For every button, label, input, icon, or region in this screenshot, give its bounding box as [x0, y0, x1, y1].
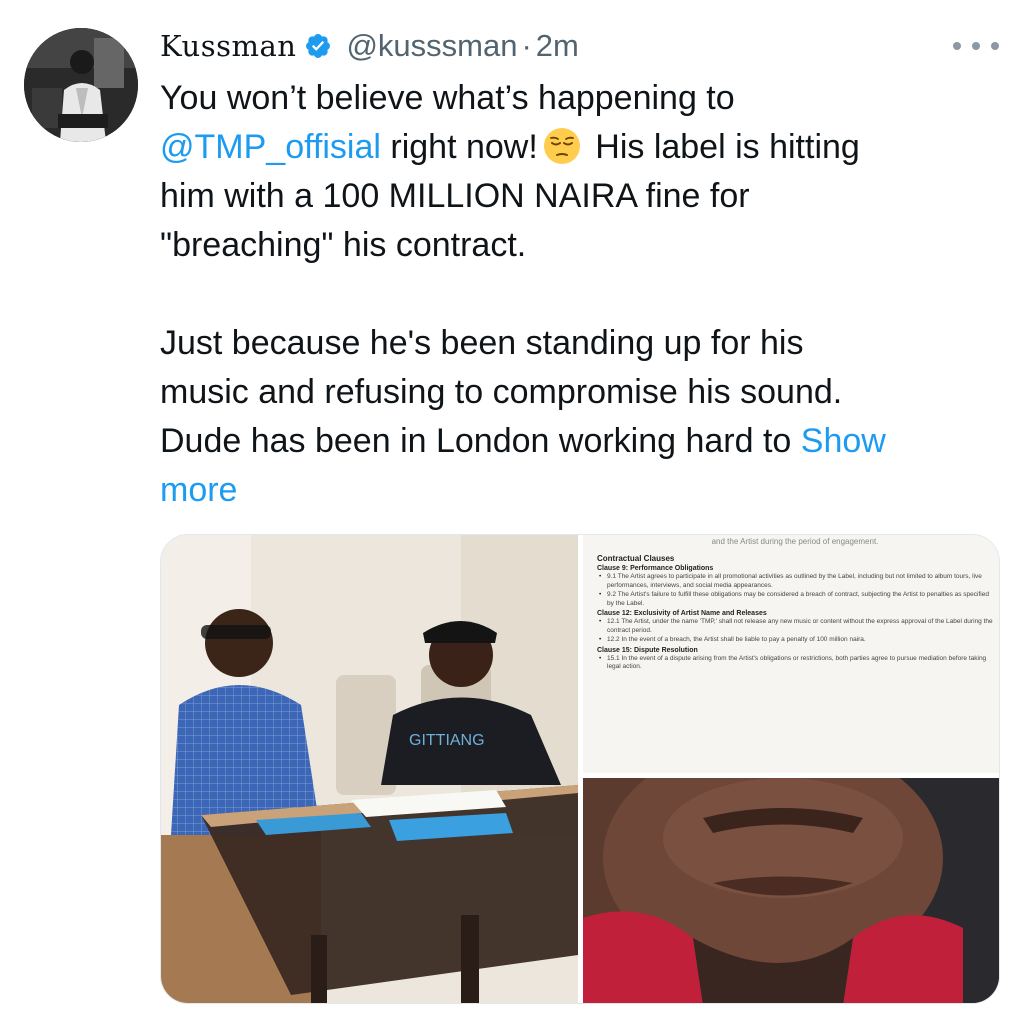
tweet-text-segment: right now! — [380, 128, 538, 166]
contract-document: and the Artist during the period of enga… — [597, 535, 993, 672]
tweet-text-line: him with a 100 MILLION NAIRA fine for — [160, 177, 750, 215]
svg-text:GITTIANG: GITTIANG — [409, 732, 485, 749]
media-contract-document[interactable]: and the Artist during the period of enga… — [583, 535, 999, 773]
tweet-text-line: more — [160, 466, 1010, 515]
media-photo-signing[interactable]: GITTIANG — [161, 535, 578, 1003]
tweet-timestamp[interactable]: 2m — [536, 28, 579, 64]
tweet-text-line: @TMP_offisial right now! His label is hi… — [160, 123, 1010, 172]
clause-title: Clause 9: Performance Obligations — [597, 565, 714, 572]
document-heading: Contractual Clauses — [597, 554, 675, 563]
media-photo-closeup[interactable] — [583, 778, 999, 1003]
pensive-face-icon — [542, 126, 582, 166]
mention-link[interactable]: @TMP_offisial — [160, 128, 381, 166]
tweet-text-segment: Dude has been in London working hard to — [160, 422, 801, 460]
more-options-icon[interactable] — [953, 36, 999, 56]
closeup-photo-illustration — [583, 778, 999, 1003]
tweet-body: You won’t believe what’s happening to @T… — [160, 74, 1010, 515]
document-top-line: and the Artist during the period of enga… — [711, 537, 879, 546]
verified-badge-icon — [304, 32, 332, 60]
tweet-text-segment: You won’t believe what’s happening to — [160, 79, 735, 117]
author-handle[interactable]: @kusssman — [346, 28, 517, 64]
author-name[interactable]: Kussman — [160, 29, 296, 63]
clause-item: 9.1 The Artist agrees to participate in … — [597, 573, 993, 590]
signing-photo-illustration: GITTIANG — [161, 535, 578, 1003]
show-more-link[interactable]: more — [160, 471, 237, 509]
tweet-text-segment: His label is hitting — [585, 128, 860, 166]
avatar-photo — [24, 28, 138, 142]
tweet-text-line: music and refusing to compromise his sou… — [160, 373, 843, 411]
show-more-link[interactable]: Show — [801, 422, 886, 460]
clause-item: 15.1 In the event of a dispute arising f… — [597, 655, 993, 672]
clause-title: Clause 12: Exclusivity of Artist Name an… — [597, 610, 767, 617]
tweet-text-line: Dude has been in London working hard to … — [160, 417, 1010, 466]
tweet-header: Kussman @kusssman · 2m — [160, 26, 579, 66]
clause-item: 12.1 The Artist, under the name 'TMP,' s… — [597, 618, 993, 635]
tweet-text-line: Just because he's been standing up for h… — [160, 324, 804, 362]
tweet-text-line: You won’t believe what’s happening to — [160, 74, 1010, 123]
media-grid: GITTIANG and the Artist during the perio… — [160, 534, 1000, 1004]
clause-title: Clause 15: Dispute Resolution — [597, 646, 698, 654]
author-avatar[interactable] — [24, 28, 138, 142]
clause-item: 9.2 The Artist's failure to fulfill thes… — [597, 591, 993, 608]
header-separator: · — [521, 28, 532, 63]
clause-item: 12.2 In the event of a breach, the Artis… — [597, 636, 993, 645]
tweet-text-line: "breaching" his contract. — [160, 226, 527, 264]
